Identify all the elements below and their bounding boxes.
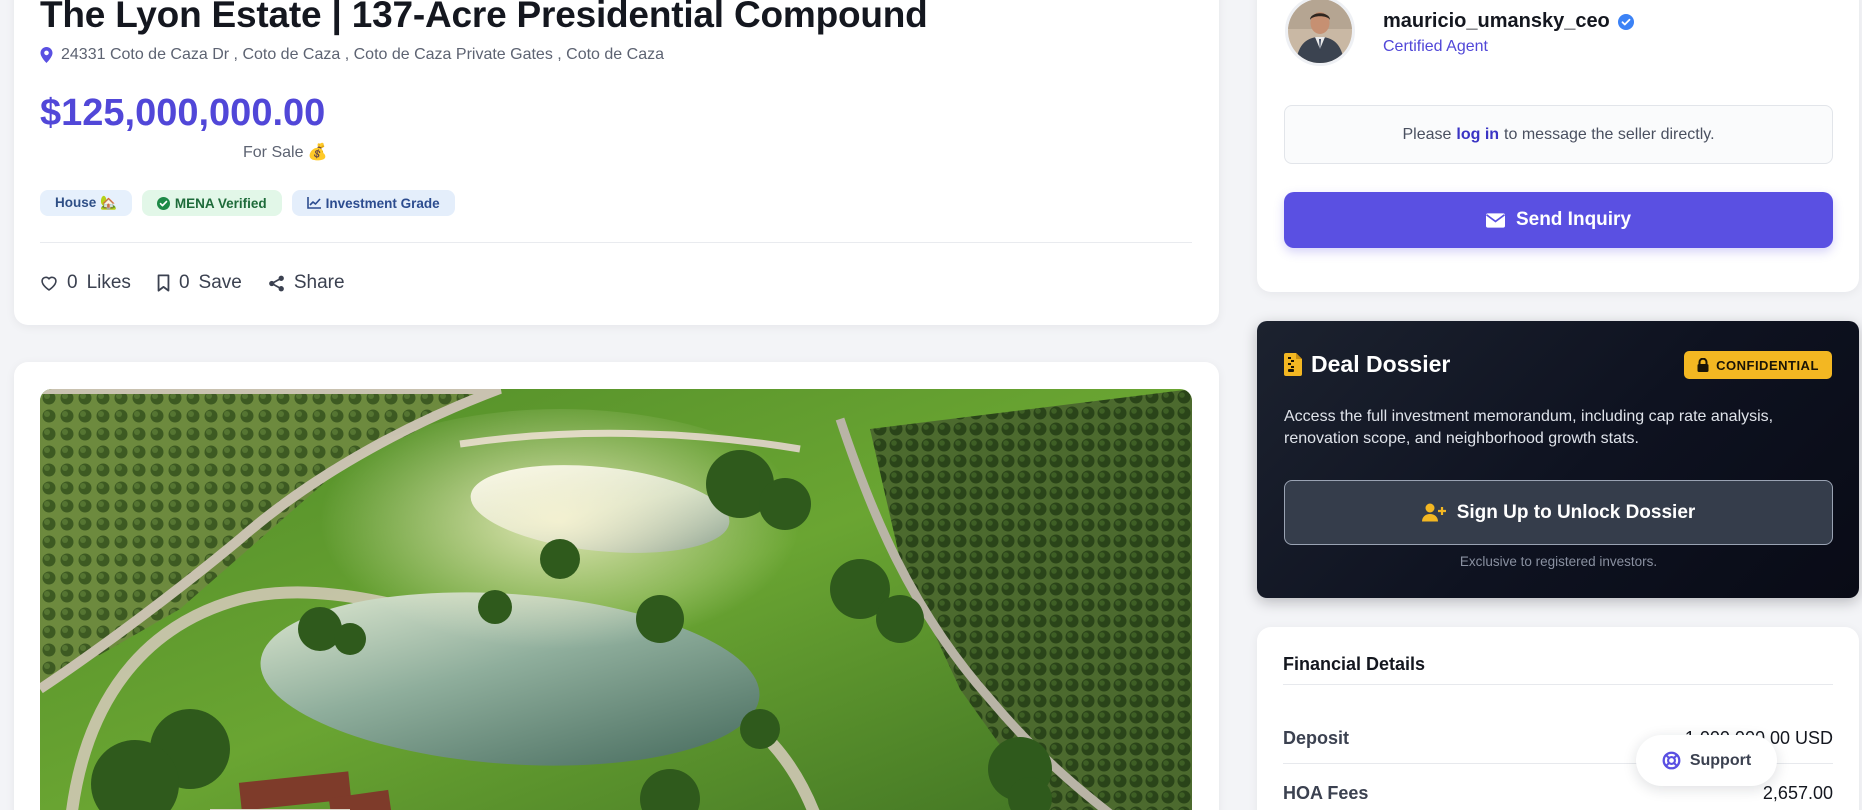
save-count: 0 bbox=[178, 272, 190, 293]
like-button[interactable]: 0 Likes bbox=[40, 272, 131, 294]
tag-investment-grade: Investment Grade bbox=[291, 190, 455, 216]
send-inquiry-label: Send Inquiry bbox=[1515, 209, 1632, 230]
dossier-description: Access the full investment memorandum, i… bbox=[1284, 408, 1774, 447]
lock-icon bbox=[1697, 358, 1709, 372]
agent-username[interactable]: mauricio_umansky_ceo bbox=[1383, 10, 1610, 33]
unlock-dossier-label: Sign Up to Unlock Dossier bbox=[1456, 501, 1696, 523]
lifebuoy-icon bbox=[1662, 751, 1681, 770]
support-label: Support bbox=[1689, 751, 1752, 769]
share-button[interactable]: Share bbox=[268, 272, 345, 294]
listing-price: $125,000,000.00 bbox=[40, 92, 326, 134]
unlock-dossier-button[interactable]: Sign Up to Unlock Dossier bbox=[1284, 480, 1833, 545]
heart-icon bbox=[41, 276, 57, 291]
share-icon bbox=[268, 275, 284, 291]
financial-row: HOA Fees 2,657.00 bbox=[1283, 783, 1833, 804]
dossier-note: Exclusive to registered investors. bbox=[1459, 554, 1658, 569]
summary-divider bbox=[40, 242, 1192, 243]
user-plus-icon bbox=[1421, 503, 1446, 522]
likes-count: 0 bbox=[67, 272, 78, 293]
dossier-header: Deal Dossier bbox=[1284, 351, 1450, 378]
agent-photo bbox=[1288, 0, 1352, 63]
save-button[interactable]: 0 Save bbox=[157, 272, 242, 294]
listing-address: 24331 Coto de Caza Dr , Coto de Caza , C… bbox=[40, 46, 664, 64]
bookmark-icon bbox=[157, 274, 170, 292]
financial-title: Financial Details bbox=[1283, 654, 1426, 674]
agent-name[interactable]: mauricio_umansky_ceo bbox=[1383, 10, 1634, 33]
location-pin-icon bbox=[40, 47, 53, 63]
verified-badge-icon bbox=[1617, 13, 1634, 30]
tag-investment-label: Investment Grade bbox=[325, 195, 440, 211]
confidential-label: CONFIDENTIAL bbox=[1716, 357, 1819, 373]
send-inquiry-button[interactable]: Send Inquiry bbox=[1284, 192, 1833, 248]
listing-actions: 0 Likes 0 Save Share bbox=[40, 272, 345, 294]
login-prefix: Please bbox=[1402, 125, 1452, 143]
listing-title: The Lyon Estate | 137-Acre Presidential … bbox=[40, 0, 928, 35]
chart-line-icon bbox=[306, 197, 321, 209]
dossier-title: Deal Dossier bbox=[1311, 351, 1451, 377]
agent-role: Certified Agent bbox=[1383, 38, 1488, 55]
financial-divider bbox=[1283, 684, 1833, 685]
address-text: 24331 Coto de Caza Dr , Coto de Caza , C… bbox=[61, 46, 664, 63]
listing-photo[interactable] bbox=[40, 389, 1192, 810]
support-button[interactable]: Support bbox=[1636, 735, 1777, 786]
envelope-icon bbox=[1485, 212, 1505, 228]
aerial-estate-photo bbox=[40, 389, 1192, 810]
listing-status: For Sale 💰 bbox=[243, 144, 328, 161]
financial-row-label: HOA Fees bbox=[1283, 783, 1369, 803]
likes-label: Likes bbox=[86, 272, 131, 293]
tag-mena-label: MENA Verified bbox=[174, 195, 267, 211]
login-prompt: Please log in to message the seller dire… bbox=[1284, 105, 1833, 164]
login-link[interactable]: log in bbox=[1456, 126, 1499, 144]
login-suffix: to message the seller directly. bbox=[1504, 125, 1715, 143]
confidential-badge: CONFIDENTIAL bbox=[1684, 351, 1832, 379]
save-label: Save bbox=[198, 272, 242, 293]
file-zip-icon bbox=[1284, 353, 1302, 376]
tag-house-label: House 🏡 bbox=[55, 195, 117, 210]
financial-row-label: Deposit bbox=[1283, 728, 1350, 748]
listing-tags: House 🏡 MENA Verified Investment Grade bbox=[40, 190, 455, 216]
check-circle-icon bbox=[156, 196, 170, 210]
tag-mena-verified: MENA Verified bbox=[141, 190, 282, 216]
share-label: Share bbox=[293, 272, 345, 293]
tag-house: House 🏡 bbox=[40, 190, 132, 216]
listing-page: The Lyon Estate | 137-Acre Presidential … bbox=[0, 0, 1862, 810]
financial-row-value: 2,657.00 bbox=[1762, 783, 1833, 803]
